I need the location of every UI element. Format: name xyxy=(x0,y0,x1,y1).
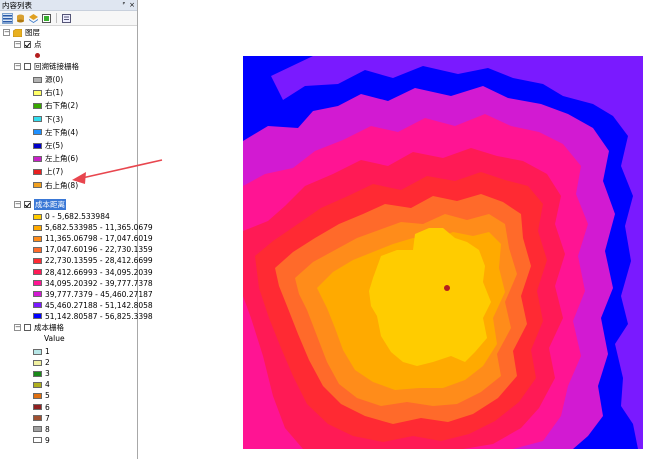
annotation-arrow-head xyxy=(72,172,86,184)
map-view[interactable] xyxy=(243,56,643,449)
source-point-marker xyxy=(444,285,450,291)
annotation-arrow-line xyxy=(81,159,163,179)
cost-distance-raster xyxy=(243,56,643,449)
